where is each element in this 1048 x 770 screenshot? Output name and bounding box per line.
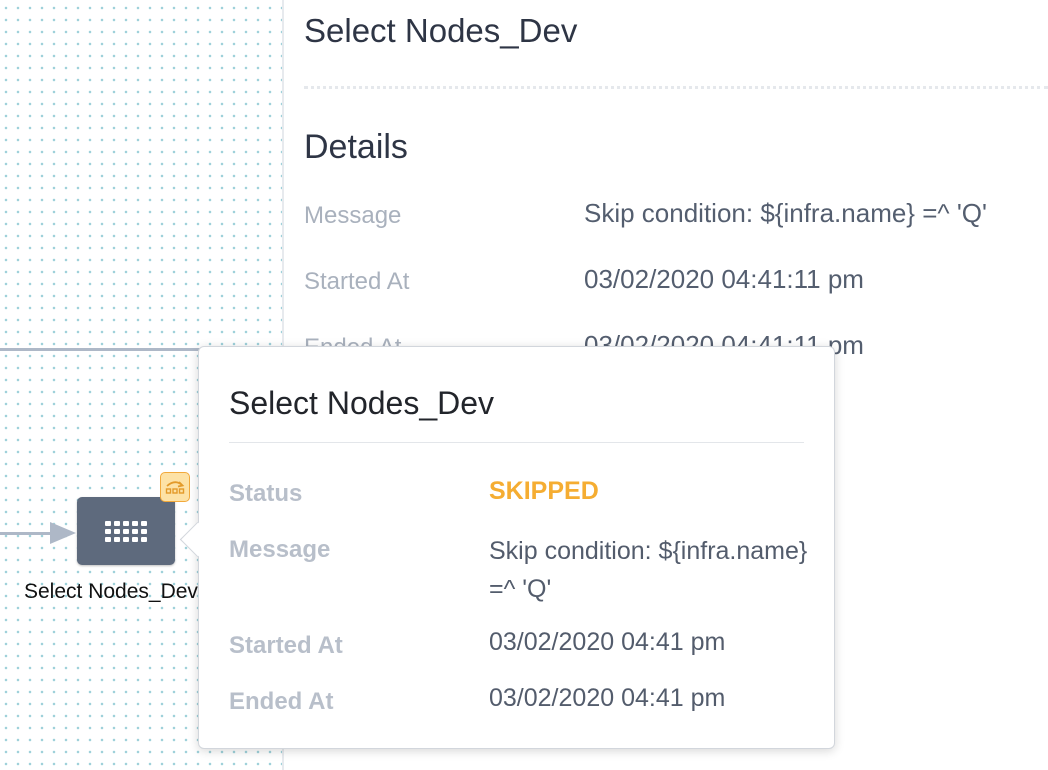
tooltip-started-value: 03/02/2020 04:41 pm	[489, 628, 726, 656]
tooltip-ended-label: Ended At	[229, 688, 334, 715]
message-label: Message	[304, 202, 402, 229]
arrow-head-icon	[50, 522, 76, 544]
connector-line-incoming	[0, 532, 56, 535]
grid-icon	[105, 520, 147, 542]
status-label: Status	[229, 480, 303, 507]
status-badge: SKIPPED	[489, 477, 599, 505]
node-label: Select Nodes_Dev	[24, 580, 198, 603]
started-at-label: Started At	[304, 268, 410, 295]
panel-title: Select Nodes_Dev	[304, 12, 578, 49]
workflow-node-select-nodes[interactable]	[77, 497, 175, 565]
tooltip-title: Select Nodes_Dev	[229, 385, 495, 421]
tooltip-message-value: Skip condition: ${infra.name} =^ 'Q'	[489, 537, 808, 603]
skip-icon	[160, 472, 190, 502]
panel-divider	[304, 86, 1048, 89]
node-tooltip: Select Nodes_Dev Status SKIPPED Message …	[179, 346, 835, 749]
workflow-execution-view: Select Nodes_Dev Select Nodes_Dev Detail…	[0, 0, 1048, 770]
started-at-value: 03/02/2020 04:41:11 pm	[584, 264, 864, 294]
details-heading: Details	[304, 128, 408, 166]
message-value: Skip condition: ${infra.name} =^ 'Q'	[584, 198, 987, 228]
tooltip-ended-value: 03/02/2020 04:41 pm	[489, 684, 726, 712]
tooltip-started-label: Started At	[229, 632, 343, 659]
tooltip-divider	[229, 442, 804, 443]
tooltip-message-label: Message	[229, 536, 331, 563]
